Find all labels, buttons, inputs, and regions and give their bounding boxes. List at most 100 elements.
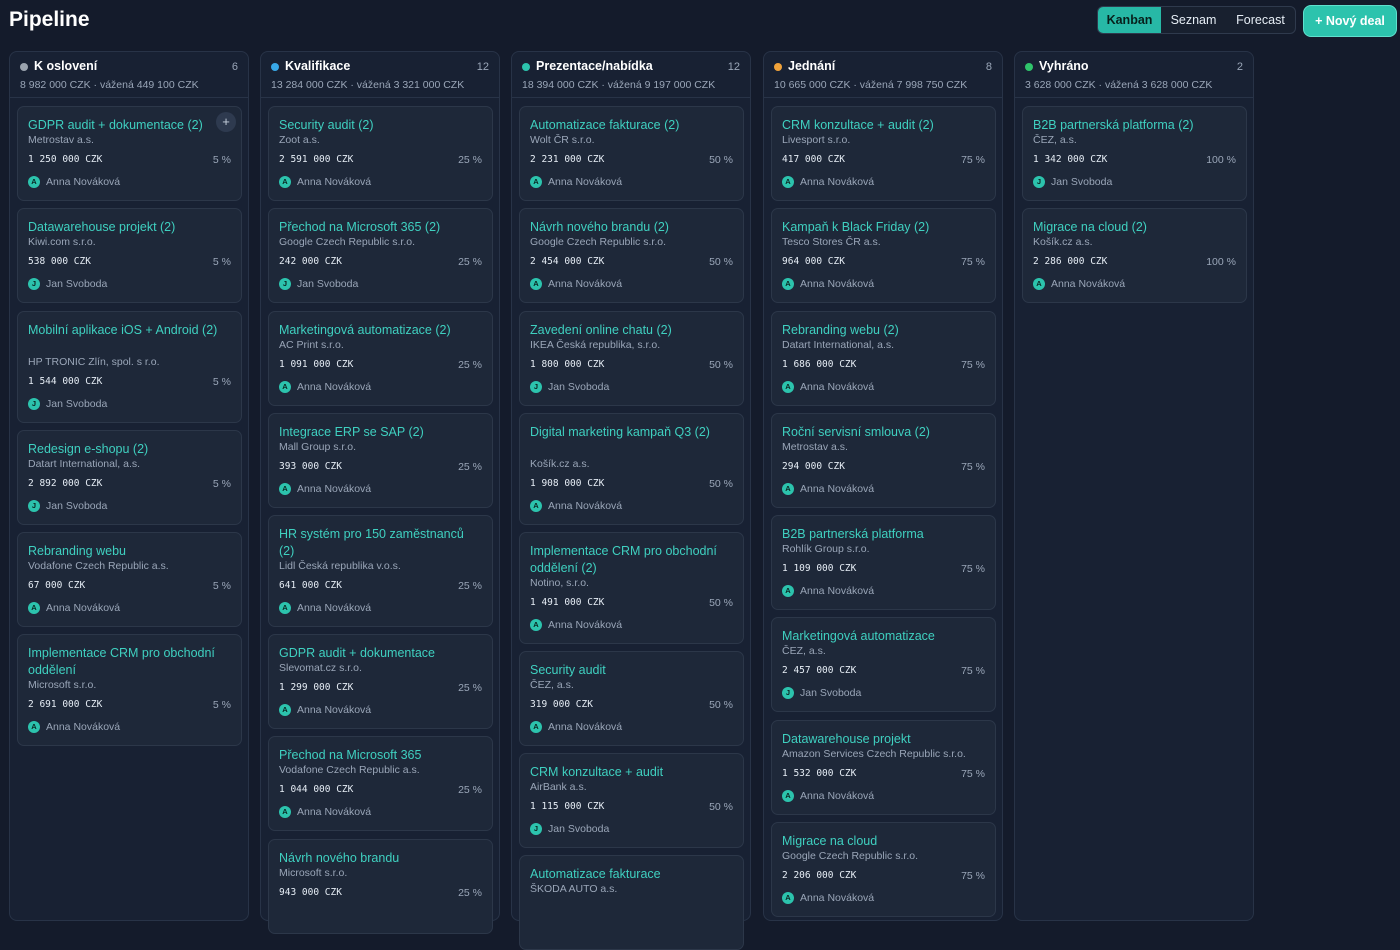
- deal-amount: 417 000 CZK: [782, 154, 845, 165]
- deal-title[interactable]: Implementace CRM pro obchodní oddělení: [28, 645, 218, 678]
- deal-card[interactable]: Roční servisní smlouva (2) Metrostav a.s.…: [771, 413, 996, 508]
- avatar: J: [279, 278, 291, 290]
- deal-title[interactable]: Redesign e-shopu (2): [28, 441, 218, 458]
- deal-title[interactable]: Marketingová automatizace: [782, 628, 972, 645]
- avatar: A: [530, 176, 542, 188]
- avatar: A: [530, 278, 542, 290]
- avatar: A: [28, 721, 40, 733]
- deal-card[interactable]: Návrh nového brandu (2) Google Czech Repu…: [519, 208, 744, 303]
- deal-owner: J Jan Svoboda: [530, 380, 609, 394]
- deal-title[interactable]: B2B partnerská platforma: [782, 526, 972, 543]
- deal-card[interactable]: B2B partnerská platforma (2) ČEZ, a.s. 1 3…: [1022, 106, 1247, 201]
- deal-card[interactable]: Datawarehouse projekt (2) Kiwi.com s.r.o.…: [17, 208, 242, 303]
- view-kanban-button[interactable]: Kanban: [1098, 7, 1161, 33]
- deal-title[interactable]: Zavedení online chatu (2): [530, 322, 720, 339]
- deal-card[interactable]: Migrace na cloud Google Czech Republic s.…: [771, 822, 996, 917]
- deal-title[interactable]: Integrace ERP se SAP (2): [279, 424, 469, 441]
- owner-name: Anna Nováková: [46, 602, 121, 614]
- deal-card[interactable]: Automatizace fakturace (2) Wolt ČR s.r.o.…: [519, 106, 744, 201]
- view-list-button[interactable]: Seznam: [1161, 7, 1226, 33]
- deal-title[interactable]: Datawarehouse projekt (2): [28, 219, 218, 236]
- deal-card[interactable]: Security audit (2) Zoot a.s. 2 591 000 CZK…: [268, 106, 493, 201]
- deal-title[interactable]: Roční servisní smlouva (2): [782, 424, 972, 441]
- deal-card[interactable]: HR systém pro 150 zaměstnanců (2) Lidl Če…: [268, 515, 493, 627]
- deal-card[interactable]: B2B partnerská platforma Rohlík Group s.r…: [771, 515, 996, 610]
- deal-card[interactable]: Návrh nového brandu Microsoft s.r.o. 943 0…: [268, 839, 493, 934]
- deal-card[interactable]: Implementace CRM pro obchodní oddělení Mi…: [17, 634, 242, 746]
- deal-title[interactable]: Přechod na Microsoft 365: [279, 747, 469, 764]
- avatar: A: [530, 721, 542, 733]
- deal-card[interactable]: Přechod na Microsoft 365 (2) Google Czech…: [268, 208, 493, 303]
- deal-owner: A Anna Nováková: [782, 380, 874, 394]
- deal-amount: 538 000 CZK: [28, 256, 91, 267]
- deal-card[interactable]: Zavedení online chatu (2) IKEA Česká repu…: [519, 311, 744, 406]
- stage-dot-icon: [1025, 63, 1033, 71]
- deal-title[interactable]: Datawarehouse projekt: [782, 731, 972, 748]
- column-count: 12: [727, 61, 740, 73]
- deal-probability: 5 %: [212, 376, 231, 388]
- owner-name: Anna Nováková: [800, 892, 875, 904]
- deal-title[interactable]: Marketingová automatizace (2): [279, 322, 469, 339]
- deal-card[interactable]: Marketingová automatizace (2) AC Print s.…: [268, 311, 493, 406]
- deal-probability: 50 %: [709, 699, 733, 711]
- deal-title[interactable]: CRM konzultace + audit (2): [782, 117, 972, 134]
- deal-title[interactable]: Security audit (2): [279, 117, 469, 134]
- deal-card[interactable]: Marketingová automatizace ČEZ, a.s. 2 457 …: [771, 617, 996, 712]
- deal-title[interactable]: B2B partnerská platforma (2): [1033, 117, 1223, 134]
- deal-title[interactable]: Automatizace fakturace: [530, 866, 720, 883]
- deal-owner: A Anna Nováková: [530, 720, 622, 734]
- deal-company: HP TRONIC Zlín, spol. s r.o.: [28, 356, 160, 368]
- add-icon[interactable]: +: [216, 112, 236, 132]
- deal-card[interactable]: Migrace na cloud (2) Košík.cz a.s. 2 286 0…: [1022, 208, 1247, 303]
- avatar: A: [782, 585, 794, 597]
- deal-card[interactable]: Datawarehouse projekt Amazon Services Cze…: [771, 720, 996, 815]
- deal-company: Košík.cz a.s.: [530, 458, 590, 470]
- deal-card[interactable]: Rebranding webu Vodafone Czech Republic a…: [17, 532, 242, 627]
- owner-name: Anna Nováková: [297, 704, 372, 716]
- deal-card[interactable]: Implementace CRM pro obchodní oddělení (…: [519, 532, 744, 644]
- owner-name: Anna Nováková: [46, 721, 121, 733]
- deal-card[interactable]: Security audit ČEZ, a.s. 319 000 CZK 50 % A A…: [519, 651, 744, 746]
- deal-card[interactable]: Přechod na Microsoft 365 Vodafone Czech R…: [268, 736, 493, 831]
- deal-title[interactable]: Kampaň k Black Friday (2): [782, 219, 972, 236]
- stage-dot-icon: [774, 63, 782, 71]
- deal-title[interactable]: Rebranding webu (2): [782, 322, 972, 339]
- deal-title[interactable]: Rebranding webu: [28, 543, 218, 560]
- deal-title[interactable]: Security audit: [530, 662, 720, 679]
- deal-title[interactable]: Migrace na cloud: [782, 833, 972, 850]
- deal-probability: 25 %: [458, 682, 482, 694]
- deal-card[interactable]: Digital marketing kampaň Q3 (2) Košík.cz …: [519, 413, 744, 525]
- deal-card[interactable]: GDPR audit + dokumentace Slevomat.cz s.r.…: [268, 634, 493, 729]
- deal-card[interactable]: Rebranding webu (2) Datart International,…: [771, 311, 996, 406]
- view-forecast-button[interactable]: Forecast: [1226, 7, 1295, 33]
- deal-card[interactable]: Integrace ERP se SAP (2) Mall Group s.r.o…: [268, 413, 493, 508]
- deal-card[interactable]: CRM konzultace + audit (2) Livesport s.r.…: [771, 106, 996, 201]
- new-deal-button[interactable]: + Nový deal: [1303, 5, 1397, 37]
- deal-card[interactable]: CRM konzultace + audit AirBank a.s. 1 115 …: [519, 753, 744, 848]
- deal-title[interactable]: GDPR audit + dokumentace: [279, 645, 469, 662]
- deal-amount: 2 286 000 CZK: [1033, 256, 1108, 267]
- deal-title[interactable]: Digital marketing kampaň Q3 (2): [530, 424, 720, 441]
- deal-title[interactable]: Automatizace fakturace (2): [530, 117, 720, 134]
- deal-title[interactable]: Implementace CRM pro obchodní oddělení (…: [530, 543, 720, 576]
- deal-title[interactable]: CRM konzultace + audit: [530, 764, 720, 781]
- deal-title[interactable]: HR systém pro 150 zaměstnanců (2): [279, 526, 469, 559]
- deal-card[interactable]: Mobilní aplikace iOS + Android (2) HP TRO…: [17, 311, 242, 423]
- deal-probability: 25 %: [458, 461, 482, 473]
- deal-card[interactable]: GDPR audit + dokumentace (2) Metrostav a.…: [17, 106, 242, 201]
- avatar: J: [782, 687, 794, 699]
- deal-title[interactable]: Přechod na Microsoft 365 (2): [279, 219, 469, 236]
- deal-title[interactable]: GDPR audit + dokumentace (2): [28, 117, 218, 134]
- deal-title[interactable]: Mobilní aplikace iOS + Android (2): [28, 322, 218, 339]
- deal-title[interactable]: Návrh nového brandu (2): [530, 219, 720, 236]
- deal-amount: 2 454 000 CZK: [530, 256, 605, 267]
- deal-card[interactable]: Kampaň k Black Friday (2) Tesco Stores ČR…: [771, 208, 996, 303]
- deal-amount: 319 000 CZK: [530, 699, 593, 710]
- deal-card[interactable]: Automatizace fakturace ŠKODA AUTO a.s.: [519, 855, 744, 950]
- deal-card[interactable]: Redesign e-shopu (2) Datart International…: [17, 430, 242, 525]
- pipeline-column: Prezentace/nabídka 12 18 394 000 CZK · váž…: [511, 51, 751, 950]
- deal-probability: 5 %: [212, 256, 231, 268]
- avatar: J: [28, 278, 40, 290]
- deal-title[interactable]: Migrace na cloud (2): [1033, 219, 1223, 236]
- deal-title[interactable]: Návrh nového brandu: [279, 850, 469, 867]
